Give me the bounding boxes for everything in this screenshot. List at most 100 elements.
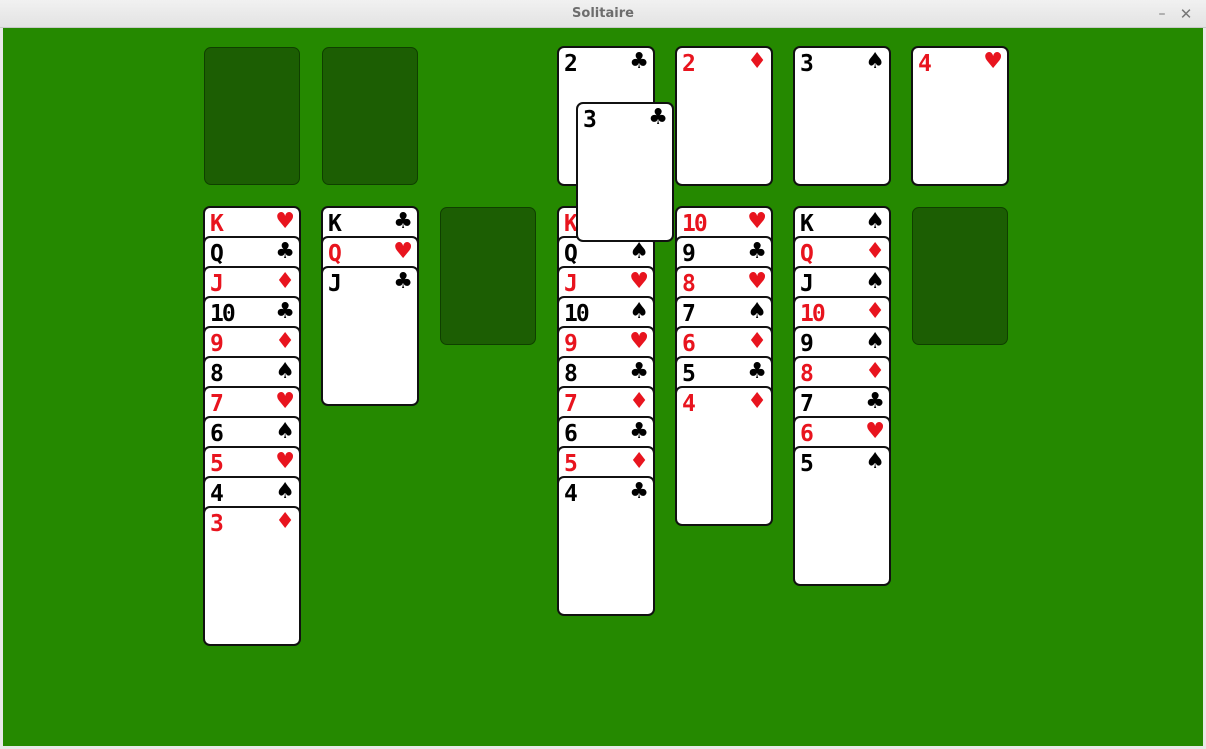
card-rank: 4 bbox=[564, 481, 578, 507]
card-suit-icon: ♥ bbox=[393, 239, 413, 264]
foundation-hearts[interactable]: 4 ♥ bbox=[911, 46, 1009, 186]
card-suit-icon: ♣ bbox=[629, 479, 649, 504]
card-suit-icon: ♣ bbox=[747, 239, 767, 264]
card-suit-icon: ♠ bbox=[275, 359, 295, 384]
card-suit-icon: ♦ bbox=[865, 359, 885, 384]
card-suit-icon: ♣ bbox=[629, 419, 649, 444]
card-rank: 10 bbox=[210, 301, 236, 327]
card-rank: 5 bbox=[564, 451, 578, 477]
tableau-card[interactable]: 4 ♣ bbox=[557, 476, 655, 616]
card-rank: 4 bbox=[682, 391, 696, 417]
foundation-diamonds[interactable]: 2 ♦ bbox=[675, 46, 773, 186]
card-rank: 9 bbox=[800, 331, 814, 357]
card-rank: J bbox=[210, 271, 224, 297]
card-rank: 9 bbox=[564, 331, 578, 357]
window-titlebar[interactable]: Solitaire – ✕ bbox=[0, 0, 1206, 28]
card-suit-icon: ♣ bbox=[629, 359, 649, 384]
card-suit-icon: ♦ bbox=[275, 329, 295, 354]
card-suit-icon: ♥ bbox=[983, 49, 1003, 74]
card-rank: 7 bbox=[682, 301, 696, 327]
card-rank: 2 bbox=[564, 51, 578, 77]
card-rank: Q bbox=[564, 241, 578, 267]
card-suit-icon: ♠ bbox=[275, 479, 295, 504]
card-suit-icon: ♠ bbox=[275, 419, 295, 444]
card-rank: 7 bbox=[210, 391, 224, 417]
free-cell-2[interactable] bbox=[322, 47, 418, 185]
card-suit-icon: ♠ bbox=[747, 299, 767, 324]
card-rank: K bbox=[564, 211, 578, 237]
dragged-card[interactable]: 3 ♣ bbox=[576, 102, 674, 242]
card-rank: 6 bbox=[210, 421, 224, 447]
card-rank: 6 bbox=[564, 421, 578, 447]
card-rank: 3 bbox=[583, 107, 597, 133]
card-rank: 6 bbox=[682, 331, 696, 357]
card-rank: K bbox=[210, 211, 224, 237]
free-cell-1[interactable] bbox=[204, 47, 300, 185]
card-rank: 10 bbox=[564, 301, 590, 327]
card-rank: Q bbox=[800, 241, 814, 267]
card-rank: 6 bbox=[800, 421, 814, 447]
card-rank: 10 bbox=[682, 211, 708, 237]
game-table[interactable]: 2♣2♦3♠4♥K♥Q♣J♦10♣9♦8♠7♥6♠5♥4♠3♦K♣Q♥J♣K♥Q… bbox=[3, 28, 1203, 746]
card-suit-icon: ♥ bbox=[275, 389, 295, 414]
tableau-card[interactable]: 5 ♠ bbox=[793, 446, 891, 586]
card-suit-icon: ♦ bbox=[747, 49, 767, 74]
tableau-card[interactable]: 3 ♦ bbox=[203, 506, 301, 646]
card-suit-icon: ♣ bbox=[747, 359, 767, 384]
card-suit-icon: ♦ bbox=[629, 449, 649, 474]
tableau-card[interactable]: 4 ♦ bbox=[675, 386, 773, 526]
card-rank: 7 bbox=[800, 391, 814, 417]
card-suit-icon: ♦ bbox=[747, 389, 767, 414]
card-suit-icon: ♥ bbox=[275, 209, 295, 234]
card-rank: 3 bbox=[800, 51, 814, 77]
card-rank: 8 bbox=[800, 361, 814, 387]
minimize-button[interactable]: – bbox=[1152, 4, 1172, 24]
tableau-card[interactable]: J ♣ bbox=[321, 266, 419, 406]
card-suit-icon: ♥ bbox=[865, 419, 885, 444]
card-suit-icon: ♦ bbox=[275, 509, 295, 534]
card-suit-icon: ♠ bbox=[629, 299, 649, 324]
card-suit-icon: ♥ bbox=[275, 449, 295, 474]
card-rank: 9 bbox=[210, 331, 224, 357]
foundation-spades[interactable]: 3 ♠ bbox=[793, 46, 891, 186]
card-suit-icon: ♠ bbox=[865, 209, 885, 234]
card-rank: K bbox=[800, 211, 814, 237]
card-rank: 5 bbox=[800, 451, 814, 477]
close-button[interactable]: ✕ bbox=[1176, 4, 1196, 24]
card-rank: J bbox=[800, 271, 814, 297]
card-suit-icon: ♠ bbox=[629, 239, 649, 264]
card-suit-icon: ♦ bbox=[865, 239, 885, 264]
card-rank: Q bbox=[210, 241, 224, 267]
card-suit-icon: ♣ bbox=[629, 49, 649, 74]
card-rank: 2 bbox=[682, 51, 696, 77]
card-rank: 9 bbox=[682, 241, 696, 267]
card-suit-icon: ♦ bbox=[865, 299, 885, 324]
card-suit-icon: ♦ bbox=[747, 329, 767, 354]
card-suit-icon: ♣ bbox=[393, 269, 413, 294]
card-suit-icon: ♥ bbox=[747, 269, 767, 294]
card-rank: 8 bbox=[564, 361, 578, 387]
card-rank: 7 bbox=[564, 391, 578, 417]
card-suit-icon: ♠ bbox=[865, 329, 885, 354]
card-suit-icon: ♦ bbox=[629, 389, 649, 414]
card-rank: 5 bbox=[682, 361, 696, 387]
card-suit-icon: ♣ bbox=[393, 209, 413, 234]
tableau-empty-slot-7[interactable] bbox=[912, 207, 1008, 345]
window-title: Solitaire bbox=[572, 6, 634, 21]
card-suit-icon: ♣ bbox=[275, 239, 295, 264]
tableau-empty-slot-3[interactable] bbox=[440, 207, 536, 345]
card-suit-icon: ♣ bbox=[865, 389, 885, 414]
card-rank: 3 bbox=[210, 511, 224, 537]
card-rank: 8 bbox=[210, 361, 224, 387]
card-rank: K bbox=[328, 211, 342, 237]
card-suit-icon: ♠ bbox=[865, 49, 885, 74]
card-suit-icon: ♥ bbox=[629, 269, 649, 294]
card-suit-icon: ♥ bbox=[629, 329, 649, 354]
card-rank: 10 bbox=[800, 301, 826, 327]
card-rank: J bbox=[328, 271, 342, 297]
card-suit-icon: ♣ bbox=[648, 105, 668, 130]
card-rank: J bbox=[564, 271, 578, 297]
card-rank: 4 bbox=[918, 51, 932, 77]
card-suit-icon: ♦ bbox=[275, 269, 295, 294]
card-rank: Q bbox=[328, 241, 342, 267]
